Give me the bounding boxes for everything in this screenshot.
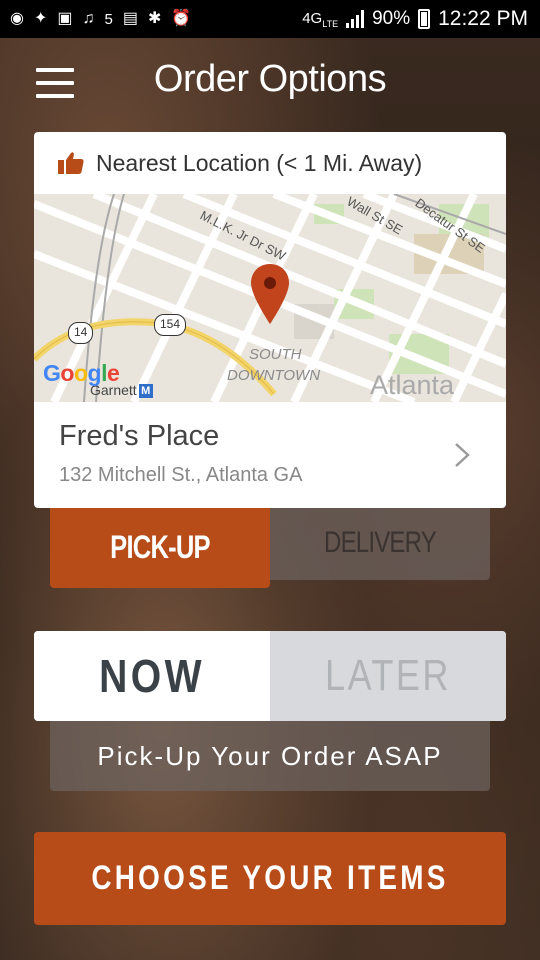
network-type: 4GLTE: [302, 9, 339, 29]
google-logo: Google: [43, 360, 120, 386]
chat-bubble-icon: ◉: [10, 10, 24, 27]
thumbs-up-icon: [58, 152, 84, 174]
alarm-icon: ⏰: [171, 10, 192, 27]
tab-now[interactable]: NOW: [34, 631, 270, 721]
twitter-icon: ✦: [33, 10, 48, 27]
delivery-button[interactable]: DELIVERY: [270, 508, 490, 580]
gallery-icon: ▤: [122, 10, 138, 27]
district-label-line2: DOWNTOWN: [227, 367, 321, 384]
district-label-line1: SOUTH: [249, 346, 302, 363]
now-label: NOW: [99, 650, 205, 702]
timing-selector: NOW LATER: [34, 631, 506, 721]
notification-icons: ◉ ✦ ▣ ♫ 5 ▤ ✱ ⏰: [0, 11, 191, 27]
news-app-icon: ▣: [57, 10, 73, 27]
location-name: Fred's Place: [59, 420, 220, 452]
status-right: 4GLTE 90% 12:22 PM: [302, 0, 528, 38]
delivery-label: DELIVERY: [324, 526, 437, 559]
choose-items-button[interactable]: CHOOSE YOUR ITEMS: [34, 832, 506, 925]
app-header: Order Options: [0, 38, 540, 128]
pick-up-label: PICK-UP: [110, 529, 210, 565]
status-bar: ◉ ✦ ▣ ♫ 5 ▤ ✱ ⏰ 4GLTE 90% 12:22 PM: [0, 0, 540, 38]
metro-station-icon: M: [138, 384, 153, 399]
music-note-icon: ♫: [82, 10, 95, 27]
timing-description: Pick-Up Your Order ASAP: [50, 721, 490, 791]
location-card-header: Nearest Location (< 1 Mi. Away): [34, 132, 506, 194]
battery-percent: 90%: [372, 8, 411, 29]
signal-icon: [346, 10, 365, 28]
location-card: Nearest Location (< 1 Mi. Away) 14 154 M…: [34, 132, 506, 508]
city-label: Atlanta: [370, 370, 455, 400]
timing-description-label: Pick-Up Your Order ASAP: [97, 741, 443, 771]
location-address: 132 Mitchell St., Atlanta GA: [59, 464, 303, 486]
pick-up-button[interactable]: PICK-UP: [50, 508, 270, 588]
map-pin-icon: [251, 264, 289, 324]
battery-icon: [418, 9, 431, 29]
chevron-right-icon[interactable]: [454, 442, 470, 468]
bluetooth-icon: ✱: [147, 10, 162, 27]
location-details[interactable]: Fred's Place 132 Mitchell St., Atlanta G…: [34, 402, 506, 508]
order-type-selector: PICK-UP DELIVERY: [50, 508, 490, 588]
choose-items-label: CHOOSE YOUR ITEMS: [91, 859, 449, 897]
route-14-shield: 14: [68, 322, 94, 344]
tab-later[interactable]: LATER: [270, 631, 506, 721]
later-label: LATER: [325, 651, 451, 700]
route-154-shield: 154: [154, 314, 187, 336]
page-title: Order Options: [153, 58, 387, 100]
location-map[interactable]: 14 154 M.L.K. Jr Dr SW Wall St SE Decatu…: [34, 194, 506, 402]
clock: 12:22 PM: [438, 7, 528, 30]
nearest-location-label: Nearest Location (< 1 Mi. Away): [96, 149, 423, 176]
fox-5-icon: 5: [104, 10, 113, 28]
